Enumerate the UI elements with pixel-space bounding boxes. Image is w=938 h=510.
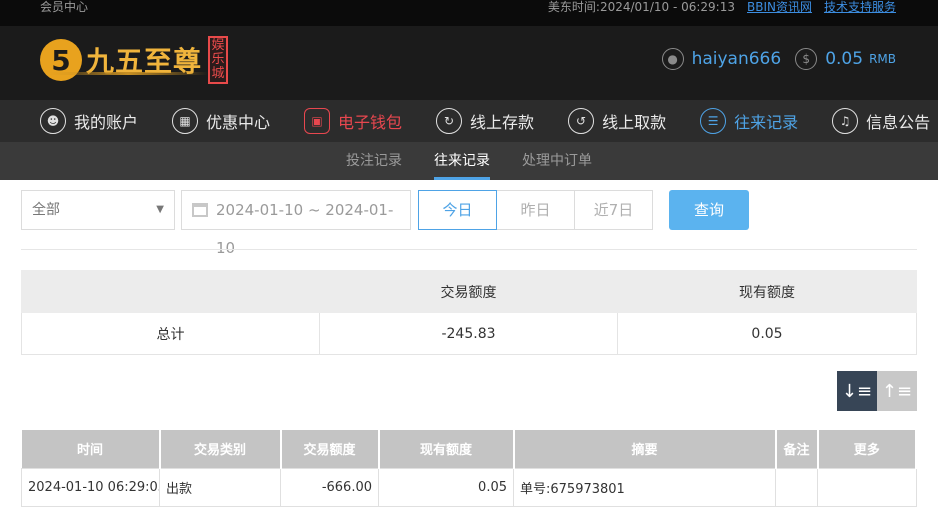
logo[interactable]: 5 九五至尊 娱 乐 城 [40, 36, 229, 84]
summary-header-row: 交易额度 现有额度 [21, 270, 917, 313]
nav-withdraw[interactable]: ↺ 线上取款 [568, 108, 666, 134]
balance-info[interactable]: $ 0.05 RMB [795, 48, 896, 70]
summary-header-cell: 现有额度 [617, 270, 917, 313]
nav-records[interactable]: ☰ 往来记录 [700, 108, 798, 134]
cell-summary: 单号:675973801 [513, 467, 776, 507]
nav-label: 信息公告 [866, 113, 931, 132]
nav-label: 线上存款 [470, 113, 535, 132]
summary-current-balance: 0.05 [617, 312, 917, 355]
summary-total-label: 总计 [21, 312, 320, 355]
sort-buttons: ↓≡ ↑≡ [837, 371, 917, 411]
cell-remark [775, 467, 818, 507]
nav-my-account[interactable]: ☻ 我的账户 [40, 108, 138, 134]
currency-label: RMB [869, 52, 896, 66]
wallet-icon: ▣ [304, 108, 331, 134]
quick-range-buttons: 今日 昨日 近7日 [418, 190, 653, 230]
col-balance: 现有额度 [378, 430, 515, 468]
user-icon: ● [661, 48, 684, 70]
sort-ascending-icon[interactable]: ↑≡ [877, 371, 917, 411]
col-remark: 备注 [775, 430, 819, 468]
records-icon: ☰ [700, 108, 727, 134]
top-bar: 会员中心 美东时间:2024/01/10 - 06:29:13 BBIN资讯网 … [0, 0, 938, 26]
nav-promotions[interactable]: ▦ 优惠中心 [172, 108, 270, 134]
filter-bar: 全部 ▼ 2024-01-10 ~ 2024-01-10 今日 昨日 近7日 查… [21, 190, 749, 257]
type-select-value: 全部 [32, 202, 60, 218]
deposit-icon: ↻ [436, 108, 463, 134]
nav-label: 线上取款 [602, 113, 667, 132]
cell-amount: -666.00 [280, 467, 379, 507]
chevron-down-icon: ▼ [156, 204, 164, 215]
query-button[interactable]: 查询 [669, 190, 749, 230]
time-label: 美东时间: [547, 0, 600, 14]
sub-nav: 投注记录 往来记录 处理中订单 [0, 142, 938, 180]
logo-underline [48, 72, 208, 75]
type-select[interactable]: 全部 ▼ [21, 190, 175, 230]
nav-label: 我的账户 [74, 113, 139, 132]
date-range-input[interactable]: 2024-01-10 ~ 2024-01-10 [181, 190, 411, 257]
cell-time: 2024-01-10 06:29:03 [21, 467, 160, 507]
sort-descending-icon[interactable]: ↓≡ [837, 371, 877, 411]
logo-stamp-char: 城 [211, 66, 225, 81]
detail-header-row: 时间 交易类别 交易额度 现有额度 摘要 备注 更多 [21, 430, 917, 468]
user-icon: ☻ [40, 108, 66, 134]
tab-bet-records[interactable]: 投注记录 [346, 142, 402, 180]
balance-value: 0.05 [825, 49, 864, 69]
col-amount: 交易额度 [280, 430, 380, 468]
col-summary: 摘要 [513, 430, 777, 468]
summary-transaction-amount: -245.83 [319, 312, 618, 355]
yesterday-button[interactable]: 昨日 [496, 190, 575, 230]
tab-pending-orders[interactable]: 处理中订单 [522, 142, 592, 180]
logo-stamp-char: 娱 [211, 38, 225, 53]
table-row[interactable]: 2024-01-10 06:29:03 出款 -666.00 0.05 单号:6… [21, 467, 917, 507]
summary-table: 交易额度 现有额度 总计 -245.83 0.05 [21, 270, 917, 355]
nav-deposit[interactable]: ↻ 线上存款 [436, 108, 534, 134]
divider [21, 249, 917, 250]
logo-stamp: 娱 乐 城 [208, 36, 229, 84]
col-type: 交易类别 [159, 430, 282, 468]
time-display: 美东时间:2024/01/10 - 06:29:13 [548, 0, 735, 14]
header: 5 九五至尊 娱 乐 城 ● haiyan666 $ 0.05 RMB [0, 26, 938, 100]
nav-announcements[interactable]: ♫ 信息公告 [832, 108, 930, 134]
cell-more[interactable] [817, 467, 917, 507]
bell-icon: ♫ [832, 108, 859, 134]
support-link[interactable]: 技术支持服务 [824, 0, 896, 14]
user-info[interactable]: ● haiyan666 [661, 48, 782, 70]
nav-e-wallet[interactable]: ▣ 电子钱包 [304, 108, 402, 134]
calendar-icon [192, 203, 208, 217]
summary-header-cell [21, 270, 320, 313]
last-7-days-button[interactable]: 近7日 [574, 190, 653, 230]
tab-transaction-records[interactable]: 往来记录 [434, 142, 490, 180]
withdraw-icon: ↺ [568, 108, 595, 134]
summary-header-cell: 交易额度 [319, 270, 618, 313]
col-time: 时间 [21, 430, 161, 468]
main-nav: ☻ 我的账户 ▦ 优惠中心 ▣ 电子钱包 ↻ 线上存款 ↺ 线上取款 ☰ 往来记… [0, 100, 938, 142]
col-more: 更多 [817, 430, 917, 468]
username: haiyan666 [691, 49, 782, 69]
gift-icon: ▦ [172, 108, 199, 134]
time-value: 2024/01/10 - 06:29:13 [599, 0, 735, 14]
logo-stamp-char: 乐 [211, 52, 225, 67]
nav-label: 电子钱包 [338, 113, 403, 132]
today-button[interactable]: 今日 [418, 190, 497, 230]
member-center-link[interactable]: 会员中心 [40, 0, 88, 14]
nav-label: 往来记录 [734, 113, 799, 132]
detail-table: 时间 交易类别 交易额度 现有额度 摘要 备注 更多 2024-01-10 06… [21, 430, 917, 507]
cell-type: 出款 [159, 467, 281, 507]
summary-row: 总计 -245.83 0.05 [21, 312, 917, 355]
user-box: ● haiyan666 $ 0.05 RMB [661, 48, 896, 70]
bbin-link[interactable]: BBIN资讯网 [747, 0, 812, 14]
nav-label: 优惠中心 [206, 113, 271, 132]
dollar-icon: $ [795, 48, 818, 70]
cell-balance: 0.05 [378, 467, 514, 507]
top-bar-right: 美东时间:2024/01/10 - 06:29:13 BBIN资讯网 技术支持服… [548, 0, 896, 14]
